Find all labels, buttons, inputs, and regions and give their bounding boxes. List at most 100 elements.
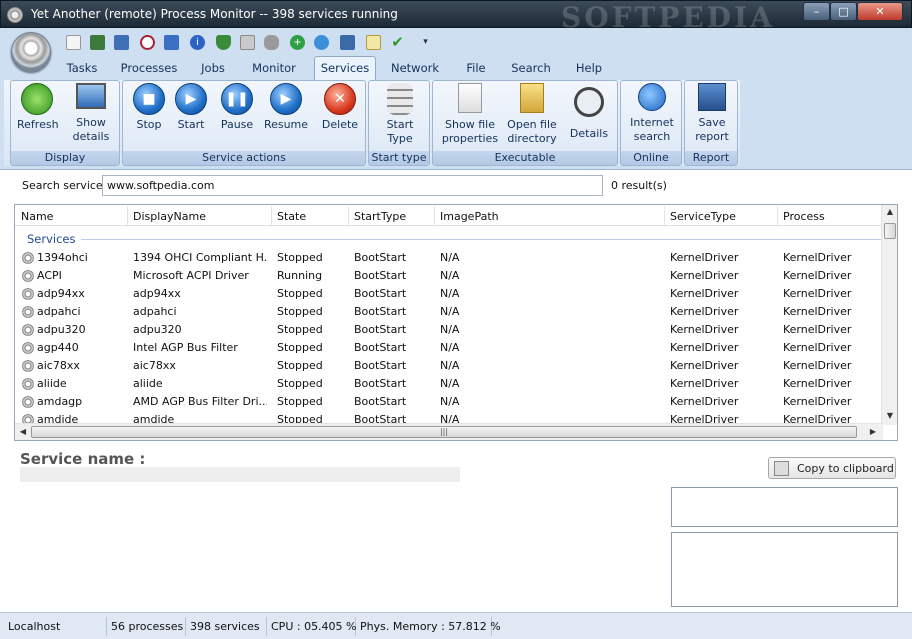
cell-servicetype: KernelDriver [670, 287, 739, 300]
tools-icon[interactable] [240, 35, 255, 50]
tab-processes[interactable]: Processes [120, 61, 178, 75]
check-icon[interactable]: ✔ [390, 35, 405, 50]
column-state[interactable]: State [277, 210, 306, 223]
cell-displayname: aliide [133, 377, 163, 390]
save-report-button[interactable]: Save report [691, 83, 733, 144]
info-icon[interactable]: i [190, 35, 205, 50]
list-header: Name DisplayName State StartType ImagePa… [15, 205, 883, 226]
column-separator [127, 206, 128, 225]
ribbon-tabs: Tasks Processes Jobs Monitor Services Ne… [0, 56, 912, 80]
table-row[interactable]: adpu320 adpu320 Stopped BootStart N/A KernelD… [15, 321, 883, 339]
start-button[interactable]: ▶ Start [171, 83, 211, 132]
cell-process: KernelDriver [783, 305, 852, 318]
cell-servicetype: KernelDriver [670, 341, 739, 354]
cell-imagepath: N/A [440, 359, 460, 372]
refresh-button[interactable]: Refresh [17, 83, 59, 132]
cell-starttype: BootStart [354, 377, 407, 390]
table-row[interactable]: adp94xx adp94xx Stopped BootStart N/A KernelD… [15, 285, 883, 303]
horizontal-scroll-thumb[interactable]: ||| [31, 426, 857, 438]
cell-servicetype: KernelDriver [670, 269, 739, 282]
details-box-top[interactable] [671, 487, 898, 527]
monitor-icon[interactable] [90, 35, 105, 50]
copy-to-clipboard-button[interactable]: Copy to clipboard [768, 457, 896, 479]
scroll-right-arrow[interactable]: ▶ [865, 427, 881, 436]
vertical-scrollbar[interactable]: ▲ ▼ [881, 205, 897, 425]
table-row[interactable]: aic78xx aic78xx Stopped BootStart N/A KernelD… [15, 357, 883, 375]
shield-icon[interactable] [216, 35, 231, 50]
service-name-value [20, 467, 460, 482]
service-gear-icon [22, 396, 34, 408]
cell-state: Stopped [277, 395, 323, 408]
service-gear-icon [22, 306, 34, 318]
start-type-label-1: Start [386, 118, 414, 131]
cell-process: KernelDriver [783, 323, 852, 336]
show-file-properties-button[interactable]: Show file properties [441, 83, 499, 146]
cell-servicetype: KernelDriver [670, 395, 739, 408]
cell-state: Stopped [277, 305, 323, 318]
dropdown-icon[interactable]: ▾ [418, 35, 433, 50]
open-file-directory-button[interactable]: Open file directory [503, 83, 561, 146]
internet-search-button[interactable]: Internet search [627, 83, 677, 144]
network-icon[interactable] [164, 35, 179, 50]
tab-search[interactable]: Search [511, 61, 551, 75]
table-row[interactable]: adpahci adpahci Stopped BootStart N/A KernelD… [15, 303, 883, 321]
tab-file[interactable]: File [462, 61, 490, 75]
close-button[interactable]: ✕ [857, 2, 903, 21]
tab-jobs[interactable]: Jobs [198, 61, 228, 75]
table-row[interactable]: amdagp AMD AGP Bus Filter Dri... Stopped Bo… [15, 393, 883, 411]
scroll-up-arrow[interactable]: ▲ [882, 207, 897, 216]
tab-services[interactable]: Services [314, 56, 376, 80]
save-icon[interactable] [340, 35, 355, 50]
column-name[interactable]: Name [21, 210, 53, 223]
search-input[interactable]: www.softpedia.com [102, 175, 603, 196]
target-icon[interactable] [140, 35, 155, 50]
start-type-button[interactable]: Start Type [377, 83, 423, 146]
cell-state: Stopped [277, 287, 323, 300]
column-starttype[interactable]: StartType [354, 210, 406, 223]
new-icon[interactable] [66, 35, 81, 50]
column-process[interactable]: Process [783, 210, 825, 223]
stop-button[interactable]: ■ Stop [129, 83, 169, 132]
tab-help[interactable]: Help [574, 61, 604, 75]
add-icon[interactable]: + [290, 35, 305, 50]
column-servicetype[interactable]: ServiceType [670, 210, 736, 223]
database-icon[interactable] [264, 35, 279, 50]
table-row[interactable]: ACPI Microsoft ACPI Driver Running BootStar… [15, 267, 883, 285]
column-imagepath[interactable]: ImagePath [440, 210, 499, 223]
minimize-button[interactable]: – [803, 2, 830, 21]
group-header-services[interactable]: Services [27, 232, 76, 246]
screen-icon[interactable] [114, 35, 129, 50]
cell-state: Stopped [277, 377, 323, 390]
status-memory: Phys. Memory : 57.812 % [356, 617, 501, 636]
internet-search-label-2: search [633, 130, 671, 143]
show-details-button[interactable]: Show details [67, 83, 115, 144]
table-row[interactable]: aliide aliide Stopped BootStart N/A KernelDri… [15, 375, 883, 393]
tab-network[interactable]: Network [390, 61, 440, 75]
services-list[interactable]: Name DisplayName State StartType ImagePa… [14, 204, 898, 441]
globe-icon[interactable] [314, 35, 329, 50]
copy-icon[interactable] [366, 35, 381, 50]
scroll-left-arrow[interactable]: ◀ [15, 427, 31, 436]
scroll-down-arrow[interactable]: ▼ [882, 411, 897, 420]
table-row[interactable]: agp440 Intel AGP Bus Filter Stopped BootSta… [15, 339, 883, 357]
group-divider [81, 239, 881, 240]
pause-button[interactable]: ❚❚ Pause [217, 83, 257, 132]
group-label-start-type: Start type [369, 151, 429, 165]
group-service-actions: ■ Stop ▶ Start ❚❚ Pause ▶ Resume ✕ Delet… [122, 80, 366, 166]
table-row[interactable]: 1394ohci 1394 OHCI Compliant H... Stopped B… [15, 249, 883, 267]
column-separator [777, 206, 778, 225]
resume-button[interactable]: ▶ Resume [261, 83, 311, 132]
cell-imagepath: N/A [440, 395, 460, 408]
details-box-bottom[interactable] [671, 532, 898, 607]
cell-displayname: adpahci [133, 305, 177, 318]
cell-name: agp440 [37, 341, 79, 354]
column-displayname[interactable]: DisplayName [133, 210, 206, 223]
vertical-scroll-thumb[interactable] [884, 223, 896, 239]
delete-button[interactable]: ✕ Delete [319, 83, 361, 132]
maximize-button[interactable]: □ [830, 2, 857, 21]
tab-monitor[interactable]: Monitor [250, 61, 298, 75]
horizontal-scrollbar[interactable]: ◀ ||| ▶ [15, 423, 883, 440]
tab-tasks[interactable]: Tasks [64, 61, 100, 75]
floppy-disk-icon [698, 83, 726, 111]
details-button[interactable]: Details [567, 83, 611, 141]
